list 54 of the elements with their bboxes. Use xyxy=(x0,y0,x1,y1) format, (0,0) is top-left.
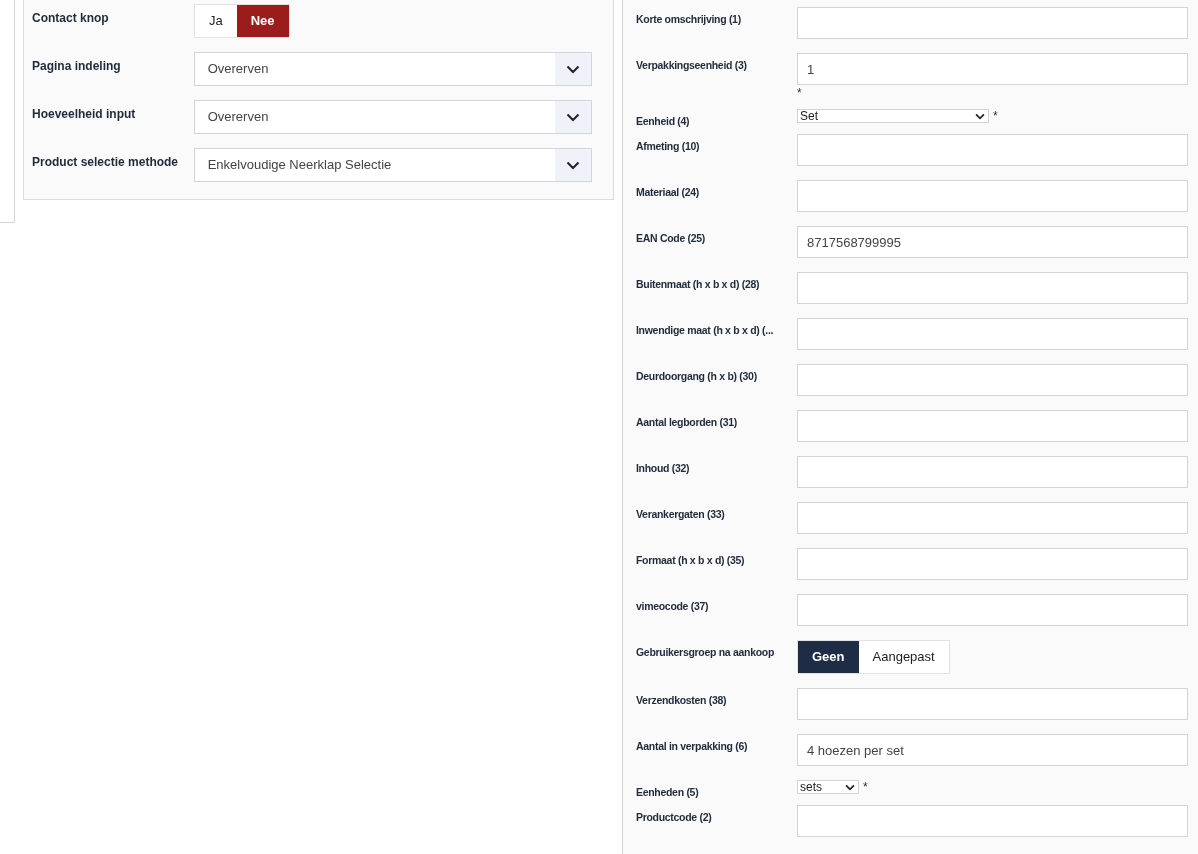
field-label: Inhoud (32) xyxy=(636,461,691,475)
dropdown[interactable]: Overerven xyxy=(193,52,592,86)
required-marker: * xyxy=(797,85,802,100)
field-label: Aantal in verpakking (6) xyxy=(636,739,749,753)
chevron-down-icon xyxy=(566,112,580,122)
field-label: Productcode (2) xyxy=(636,810,713,824)
input-field[interactable] xyxy=(797,688,1188,720)
chevron-down-icon xyxy=(566,64,580,74)
input-field[interactable] xyxy=(797,7,1188,39)
input-field[interactable] xyxy=(797,318,1188,350)
required-marker: * xyxy=(863,780,868,794)
input-field[interactable] xyxy=(797,548,1188,580)
toggle-option[interactable]: Nee xyxy=(236,5,289,37)
chevron-down-icon xyxy=(566,160,580,170)
chevron-down-icon xyxy=(845,783,855,791)
chevron-down-icon xyxy=(975,112,985,120)
field-label: Afmeting (10) xyxy=(636,139,701,153)
field-label: EAN Code (25) xyxy=(636,231,707,245)
field-label: Materiaal (24) xyxy=(636,185,700,199)
field-label: Deurdoorgang (h x b) (30) xyxy=(636,369,758,383)
input-field[interactable] xyxy=(797,456,1188,488)
field-label: Product selectie methode xyxy=(32,154,180,171)
toggle-option[interactable]: Geen xyxy=(798,641,859,673)
dropdown[interactable]: Overerven xyxy=(193,100,592,134)
field-label: Verzendkosten (38) xyxy=(636,693,728,707)
field-label: Eenheden (5) xyxy=(636,785,700,799)
field-label: Verankergaten (33) xyxy=(636,507,726,521)
input-field[interactable] xyxy=(797,502,1188,534)
input-field[interactable] xyxy=(797,805,1188,837)
select-dropdown[interactable]: Set xyxy=(797,109,989,123)
input-field[interactable] xyxy=(797,364,1188,396)
input-field[interactable] xyxy=(797,410,1188,442)
select-dropdown[interactable]: sets xyxy=(797,780,859,794)
field-label: Korte omschrijving (1) xyxy=(636,12,742,26)
field-label: Contact knop xyxy=(32,10,110,27)
input-field[interactable]: 4 hoezen per set xyxy=(797,734,1188,766)
input-field[interactable] xyxy=(797,134,1188,166)
field-label: Aantal legborden (31) xyxy=(636,415,739,429)
field-label: Eenheid (4) xyxy=(636,114,691,128)
field-label: Hoeveelheid input xyxy=(32,106,137,123)
required-marker: * xyxy=(993,109,998,123)
field-label: Inwendige maat (h x b x d) (... xyxy=(636,323,775,337)
field-label: Verpakkingseenheid (3) xyxy=(636,58,748,72)
field-label: Pagina indeling xyxy=(32,58,122,75)
dropdown[interactable]: Enkelvoudige Neerklap Selectie xyxy=(193,148,592,182)
input-field[interactable]: 8717568799995 xyxy=(797,226,1188,258)
input-field[interactable] xyxy=(797,272,1188,304)
field-label: Gebruikersgroep na aankoop xyxy=(636,645,776,659)
input-field[interactable] xyxy=(797,594,1188,626)
input-field[interactable] xyxy=(797,180,1188,212)
field-label: vimeocode (37) xyxy=(636,599,710,613)
field-label: Buitenmaat (h x b x d) (28) xyxy=(636,277,761,291)
input-field[interactable]: 1 xyxy=(797,53,1188,85)
field-label: Formaat (h x b x d) (35) xyxy=(636,553,746,567)
